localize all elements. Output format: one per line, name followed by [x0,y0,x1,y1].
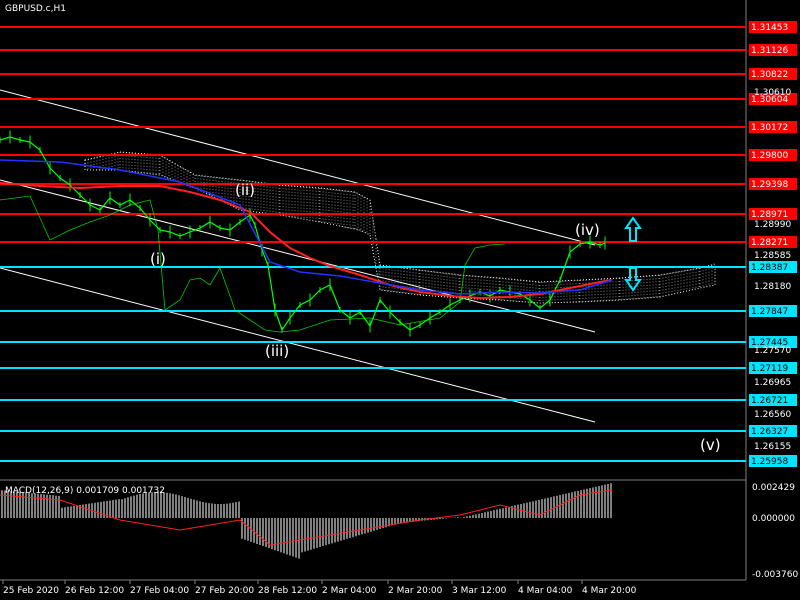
down-arrow-shape [624,267,642,292]
price-candles [0,130,606,337]
support-price: 1.26721 [751,396,788,406]
time-label: 28 Feb 12:00 [258,586,317,596]
price-levels: 1.314531.311261.308221.306041.301721.298… [0,21,797,467]
resistance-price: 1.29398 [751,180,788,190]
price-tick: 1.26155 [754,442,791,452]
wave-label: (v) [700,436,721,454]
wave-label: (i) [150,250,166,268]
macd-label: MACD(12,26,9) 0.001709 0.001732 [5,486,165,496]
time-label: 25 Feb 2020 [3,586,59,596]
price-tick: 1.28585 [754,251,791,261]
down-arrow-icon [624,267,642,292]
wave-label: (ii) [235,181,255,199]
moving-averages [0,159,613,300]
resistance-price: 1.29800 [751,151,788,161]
moving-average-red [0,182,613,300]
support-price: 1.25958 [751,457,788,467]
support-price: 1.26327 [751,427,788,437]
moving-average-blue [0,159,613,295]
price-tick: 1.26560 [754,410,791,420]
price-chart[interactable]: 1.314531.311261.308221.306041.301721.298… [0,0,800,600]
up-arrow-shape [624,216,642,242]
signal-arrows [624,216,642,292]
price-tick: 1.28990 [754,220,791,230]
cloud-outline [84,151,716,304]
resistance-price: 1.28271 [751,238,788,248]
resistance-price: 1.30172 [751,123,788,133]
wave-label: (iv) [575,221,600,239]
resistance-price: 1.28971 [751,210,788,220]
price-tick: 1.26965 [754,378,791,388]
macd-tick: 0.002429 [752,483,795,493]
macd-tick: -0.003760 [752,570,798,580]
wave-label: (iii) [265,342,289,360]
resistance-price: 1.31126 [751,46,788,56]
time-label: 2 Mar 04:00 [322,586,377,596]
support-price: 1.28387 [751,263,788,273]
time-label: 27 Feb 04:00 [130,586,189,596]
time-label: 27 Feb 20:00 [195,586,254,596]
ichimoku-cloud [84,151,716,304]
price-tick: 1.30610 [754,88,791,98]
price-channel [0,89,596,423]
channel-upper [0,89,596,246]
time-label: 4 Mar 04:00 [518,586,573,596]
up-arrow-icon [624,216,642,242]
time-label: 26 Feb 12:00 [65,586,124,596]
resistance-price: 1.30822 [751,70,788,80]
time-axis: 25 Feb 2020 26 Feb 12:00 27 Feb 04:00 27 Fe… [2,580,637,596]
price-axis: 1.30610 1.28990 1.28585 1.28180 1.27570 1.269… [752,88,798,580]
chart-title: GBPUSD.c,H1 [5,4,66,14]
support-price: 1.27847 [751,307,788,317]
time-label: 2 Mar 20:00 [388,586,443,596]
support-price: 1.27119 [751,364,788,374]
macd-tick: 0.000000 [752,514,795,524]
time-label: 4 Mar 20:00 [582,586,637,596]
price-tick: 1.28180 [754,282,791,292]
price-tick: 1.27570 [754,346,791,356]
resistance-price: 1.31453 [751,23,788,33]
time-label: 3 Mar 12:00 [452,586,507,596]
